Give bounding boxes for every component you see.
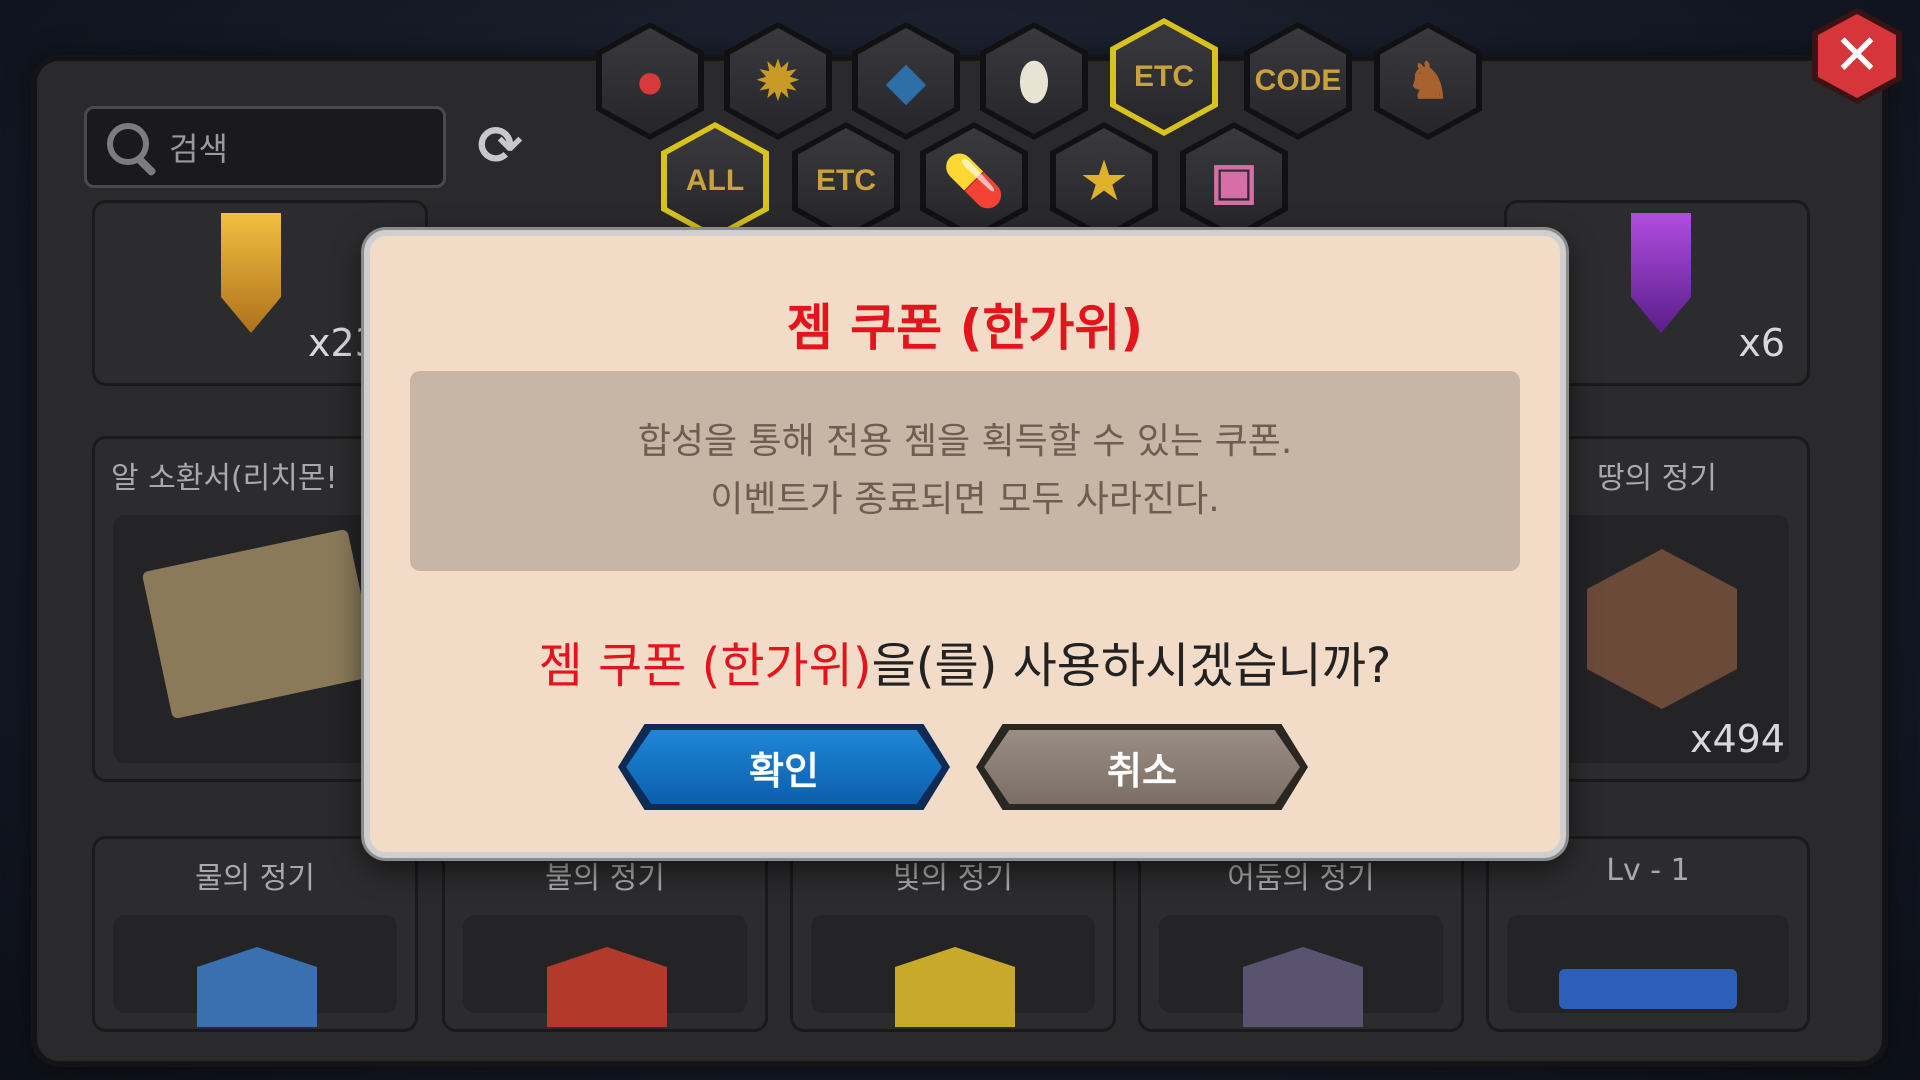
cancel-button[interactable]: 취소 xyxy=(976,724,1308,810)
item-title: 어둠의 정기 xyxy=(1227,861,1375,896)
dialog-question: 젬 쿠폰 (한가위)을(를) 사용하시겠습니까? xyxy=(370,626,1560,696)
item-title: Lv - 1 xyxy=(1606,853,1690,888)
dialog-title: 젬 쿠폰 (한가위) xyxy=(786,299,1144,357)
confirm-dialog: 젬 쿠폰 (한가위) 합성을 통해 전용 젬을 획득할 수 있는 쿠폰. 이벤트… xyxy=(364,230,1566,858)
item-title: 물의 정기 xyxy=(195,861,315,896)
dialog-desc-line-2: 이벤트가 종료되면 모두 사라진다. xyxy=(710,479,1220,520)
level-badge-icon xyxy=(1559,969,1737,1009)
tab-code-label: CODE xyxy=(1254,64,1342,97)
item-count: x494 xyxy=(1689,717,1785,761)
search-input[interactable]: 검색 xyxy=(84,106,446,188)
subtab-etc-label: ETC xyxy=(816,164,876,197)
cancel-button-label: 취소 xyxy=(1107,748,1177,793)
search-placeholder: 검색 xyxy=(169,130,228,168)
item-title: 빛의 정기 xyxy=(893,861,1013,896)
tab-etc-top-label: ETC xyxy=(1134,60,1194,93)
item-card[interactable]: 불의 정기 xyxy=(442,836,768,1032)
subtab-all-label: ALL xyxy=(685,164,745,197)
item-card[interactable]: 빛의 정기 xyxy=(790,836,1116,1032)
item-count: x6 xyxy=(1738,321,1785,365)
item-card[interactable]: 물의 정기 xyxy=(92,836,418,1032)
close-icon: ✕ xyxy=(1818,14,1896,98)
confirm-button[interactable]: 확인 xyxy=(618,724,950,810)
orange-crystal-icon xyxy=(221,213,281,333)
question-item-name: 젬 쿠폰 (한가위) xyxy=(538,638,872,694)
dialog-desc-line-1: 합성을 통해 전용 젬을 획득할 수 있는 쿠폰. xyxy=(637,421,1293,462)
dialog-description: 합성을 통해 전용 젬을 획득할 수 있는 쿠폰. 이벤트가 종료되면 모두 사… xyxy=(410,371,1520,571)
item-card[interactable]: 어둠의 정기 xyxy=(1138,836,1464,1032)
question-text: 을(를) 사용하시겠습니까? xyxy=(871,638,1392,694)
purple-crystal-icon xyxy=(1631,213,1691,333)
item-card[interactable]: Lv - 1 xyxy=(1486,836,1810,1032)
search-icon xyxy=(101,117,161,177)
item-title: 불의 정기 xyxy=(545,861,665,896)
refresh-icon[interactable]: ⟳ xyxy=(472,118,528,174)
confirm-button-label: 확인 xyxy=(749,748,819,793)
